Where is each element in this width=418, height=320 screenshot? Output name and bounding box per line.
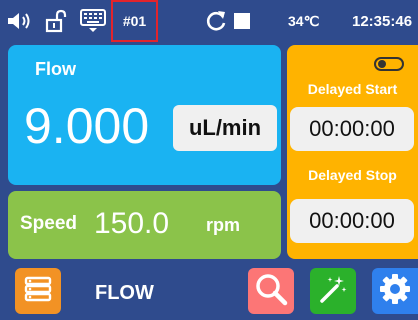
speed-unit: rpm xyxy=(206,215,241,235)
main-area: Flow 9.000 uL/min Speed 150.0 rpm Delaye… xyxy=(0,42,418,262)
delayed-stop-label: Delayed Stop xyxy=(308,167,397,183)
bottom-bar: FLOW xyxy=(0,262,418,320)
clock-readout: 12:35:46 xyxy=(352,12,413,30)
status-bar: #01 34℃ 12:35:46 xyxy=(0,0,418,42)
magic-wand-icon xyxy=(317,273,349,310)
magic-wand-button[interactable] xyxy=(310,268,356,314)
delayed-stop-time[interactable]: 00:00:00 xyxy=(290,199,414,243)
delayed-start-time[interactable]: 00:00:00 xyxy=(290,107,414,151)
flow-label: Flow xyxy=(35,59,76,79)
delay-toggle[interactable] xyxy=(374,57,404,71)
speed-panel[interactable]: Speed 150.0 rpm xyxy=(8,191,281,259)
search-icon xyxy=(254,272,288,311)
device-id-label: #01 xyxy=(111,0,158,42)
search-button[interactable] xyxy=(248,268,294,314)
delayed-start-label: Delayed Start xyxy=(307,81,398,97)
refresh-icon[interactable] xyxy=(204,0,228,42)
flow-panel[interactable]: Flow 9.000 uL/min xyxy=(8,45,281,185)
menu-button[interactable] xyxy=(15,268,61,314)
keyboard-icon[interactable] xyxy=(80,0,106,42)
speed-label: Speed xyxy=(20,213,78,234)
toggle-knob xyxy=(378,60,386,68)
temperature-readout: 34℃ xyxy=(288,12,320,29)
flow-value[interactable]: 9.000 xyxy=(24,97,149,155)
flow-unit-button[interactable]: uL/min xyxy=(173,105,277,151)
speaker-icon[interactable] xyxy=(6,0,34,42)
unlock-icon[interactable] xyxy=(44,0,70,42)
speed-value[interactable]: 150.0 xyxy=(94,207,169,241)
menu-icon xyxy=(23,274,53,309)
stop-icon[interactable] xyxy=(234,0,250,42)
settings-button[interactable] xyxy=(372,268,418,314)
mode-label: FLOW xyxy=(95,282,154,304)
gear-icon xyxy=(379,273,411,310)
delay-panel: Delayed Start 00:00:00 Delayed Stop 00:0… xyxy=(287,45,418,259)
